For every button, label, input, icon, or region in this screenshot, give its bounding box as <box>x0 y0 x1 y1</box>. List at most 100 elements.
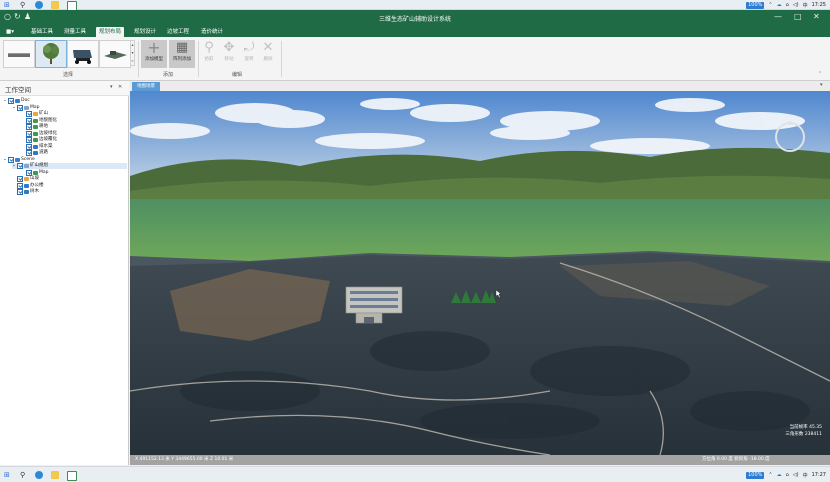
tab-planning-layout[interactable]: 规划布局 <box>96 27 125 37</box>
layer-checkbox[interactable] <box>26 150 32 156</box>
add-model-button[interactable]: + 添加模型 <box>141 40 167 68</box>
model-thumbnail-tree[interactable] <box>35 40 67 68</box>
layer-checkbox[interactable] <box>17 189 23 195</box>
layer-checkbox[interactable] <box>8 156 14 163</box>
scene-viewport[interactable]: 地图场景 ▾ 当前帧率 45.35 三角形数 238411 X 491152.1… <box>130 81 830 465</box>
tree-node[interactable]: 排水渠 <box>21 143 53 150</box>
expand-toggle-icon[interactable]: ⌄ <box>3 157 7 163</box>
ime-indicator[interactable]: 中 <box>803 472 808 479</box>
search-icon[interactable]: ⚲ <box>20 0 25 10</box>
clock[interactable]: 17:27 <box>812 472 826 478</box>
search-icon[interactable]: ⚲ <box>20 470 25 480</box>
tree-node[interactable]: 矿山 <box>21 111 48 117</box>
app-icon[interactable] <box>67 471 77 481</box>
grid-icon: ▦ <box>175 40 189 55</box>
tree-node-label: Doc <box>21 98 30 103</box>
battery-indicator[interactable]: 100% <box>746 1 765 9</box>
windows-start-icon[interactable]: ⊞ <box>4 0 10 10</box>
tree-node[interactable]: 树木 <box>12 189 39 195</box>
app-menu-button[interactable]: ■▾ <box>3 27 17 37</box>
model-thumbnail-machine[interactable] <box>99 40 131 68</box>
layer-icon <box>33 131 38 136</box>
layer-checkbox[interactable] <box>17 182 23 189</box>
tab-planning-design[interactable]: 规划设计 <box>131 27 159 37</box>
layer-checkbox[interactable] <box>17 176 23 182</box>
browser-icon[interactable] <box>35 471 43 479</box>
maximize-button[interactable]: □ <box>794 12 802 21</box>
expand-toggle-icon[interactable]: ⌄ <box>12 163 16 169</box>
layer-checkbox[interactable] <box>17 163 23 169</box>
frame-rate-readout: 当前帧率 45.35 <box>789 425 822 430</box>
tab-cost-statistics[interactable]: 造价统计 <box>198 27 226 37</box>
rotate-button[interactable]: ⤾ 旋转 <box>239 40 259 68</box>
collapse-ribbon-icon[interactable]: ⌃ <box>818 71 822 77</box>
tab-basic-tools[interactable]: 基础工具 <box>28 27 56 37</box>
workspace-panel: 工作空间 ▾ ✕ ⌄ Doc ⌄ Map 矿山 地貌图化 耕地 边坡绿化 边坡覆化 排水渠 道路 ⌄ S… <box>0 81 129 465</box>
chevron-up-icon[interactable]: ⌃ <box>768 2 772 8</box>
system-tray: 100% ⌃ ☁ ⌂ ◁) 中 17:25 <box>746 0 826 10</box>
volume-icon[interactable]: ◁) <box>793 2 799 8</box>
layer-checkbox[interactable] <box>26 124 32 130</box>
close-button[interactable]: ✕ <box>813 12 820 21</box>
windows-start-icon[interactable]: ⊞ <box>4 470 10 480</box>
layer-checkbox[interactable] <box>8 98 14 104</box>
tree-node[interactable]: ⌄ Map <box>12 104 40 111</box>
tree-node[interactable]: 边坡覆化 <box>21 137 57 143</box>
array-add-button[interactable]: ▦ 阵列添加 <box>169 40 195 68</box>
layer-checkbox[interactable] <box>26 169 32 176</box>
tree-node[interactable]: 地貌图化 <box>21 117 57 124</box>
chevron-up-icon[interactable]: ⌃ <box>768 472 772 478</box>
tree-node-label: 耕地 <box>39 124 48 129</box>
volume-icon[interactable]: ◁) <box>793 472 799 478</box>
layer-checkbox[interactable] <box>26 111 32 117</box>
cloud-icon[interactable]: ☁ <box>777 2 782 8</box>
tree-node[interactable]: ⌄ Scene <box>3 156 35 163</box>
layer-checkbox[interactable] <box>17 104 23 111</box>
move-button[interactable]: ✥ 移动 <box>219 40 239 68</box>
folder-icon[interactable] <box>51 471 59 479</box>
chevron-down-icon[interactable]: ▾ <box>820 82 823 88</box>
tree-model-icon <box>43 43 59 64</box>
close-panel-icon[interactable]: ✕ <box>118 84 122 90</box>
layer-checkbox[interactable] <box>26 137 32 143</box>
tree-node[interactable]: 山坡 <box>12 176 39 182</box>
window-title: 三维生态矿山辅助设计系统 <box>378 16 451 23</box>
cloud-icon[interactable]: ☁ <box>777 472 782 478</box>
delete-button[interactable]: ✕ 删除 <box>258 40 278 68</box>
layer-checkbox[interactable] <box>26 130 32 137</box>
model-thumbnail-truck[interactable] <box>67 40 99 68</box>
tree-node-label: Map <box>30 104 40 110</box>
layer-icon <box>33 112 38 116</box>
tree-node[interactable]: 边坡绿化 <box>21 130 57 137</box>
clock[interactable]: 17:25 <box>812 2 826 8</box>
layer-icon <box>33 125 38 129</box>
tab-slope-engineering[interactable]: 边坡工程 <box>164 27 192 37</box>
tree-node[interactable]: Map <box>21 169 49 176</box>
triangle-count-readout: 三角形数 238411 <box>785 432 822 437</box>
tree-node[interactable]: 耕地 <box>21 124 48 130</box>
battery-indicator[interactable]: 100% <box>746 471 765 479</box>
scene-canvas[interactable] <box>130 91 830 455</box>
tree-node[interactable]: 道路 <box>21 150 48 156</box>
expand-toggle-icon[interactable]: ⌄ <box>12 105 16 111</box>
group-divider <box>281 41 282 77</box>
pick-button[interactable]: ⚲ 拾取 <box>199 40 219 68</box>
minimize-button[interactable]: — <box>774 12 782 21</box>
layer-checkbox[interactable] <box>26 117 32 124</box>
browser-icon[interactable] <box>35 1 43 9</box>
tree-node[interactable]: ⌄ Doc <box>3 98 30 104</box>
add-model-label: 添加模型 <box>145 57 163 62</box>
tree-node[interactable]: 办公楼 <box>12 182 44 189</box>
folder-icon[interactable] <box>51 1 59 9</box>
ime-indicator[interactable]: 中 <box>803 2 808 9</box>
network-icon[interactable]: ⌂ <box>786 2 789 8</box>
expand-toggle-icon[interactable]: ⌄ <box>3 98 7 104</box>
gallery-scroll[interactable]: ▴ ▾ ▿ <box>130 40 135 66</box>
layer-checkbox[interactable] <box>26 143 32 150</box>
tree-node[interactable]: ⌄ 矿山规划 <box>12 163 127 169</box>
tab-measure-tools[interactable]: 测量工具 <box>61 27 89 37</box>
network-icon[interactable]: ⌂ <box>786 472 789 478</box>
tab-map-scene[interactable]: 地图场景 <box>132 82 160 91</box>
pin-icon[interactable]: ▾ <box>110 84 113 90</box>
model-thumbnail-block[interactable] <box>3 40 35 68</box>
